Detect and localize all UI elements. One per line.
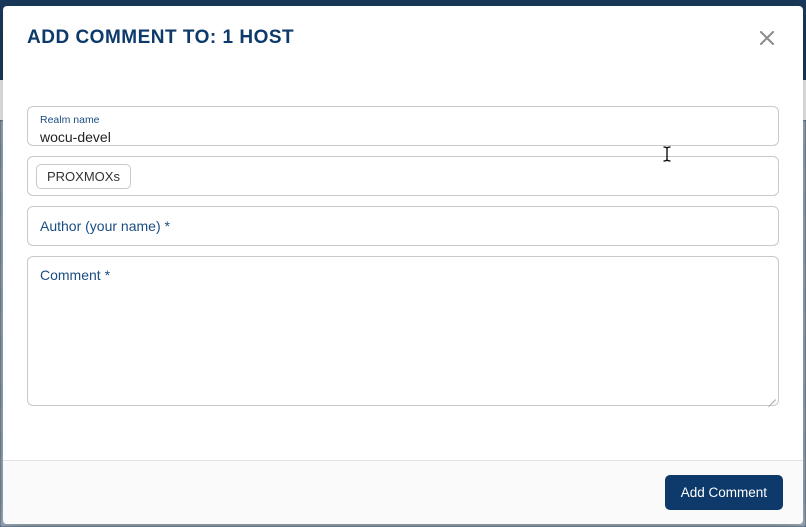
close-icon [759,30,775,46]
comment-textarea[interactable] [28,257,778,405]
author-input[interactable] [28,207,778,245]
author-field[interactable] [27,206,779,246]
add-comment-button[interactable]: Add Comment [665,475,783,510]
realm-name-value: wocu-devel [40,126,766,146]
modal-footer: Add Comment [3,460,803,524]
comment-field[interactable] [27,256,779,406]
host-chip-label: PROXMOXs [47,169,120,184]
close-button[interactable] [755,26,779,50]
hosts-field[interactable]: PROXMOXs [27,156,779,196]
modal-body: Realm name wocu-devel PROXMOXs [3,70,803,460]
realm-name-field[interactable]: Realm name wocu-devel [27,106,779,146]
realm-name-label: Realm name [40,115,766,126]
host-chip[interactable]: PROXMOXs [36,164,131,189]
add-comment-modal: ADD COMMENT TO: 1 HOST Realm name wocu-d… [3,6,803,524]
modal-title: ADD COMMENT TO: 1 HOST [27,27,294,49]
modal-header: ADD COMMENT TO: 1 HOST [3,6,803,70]
